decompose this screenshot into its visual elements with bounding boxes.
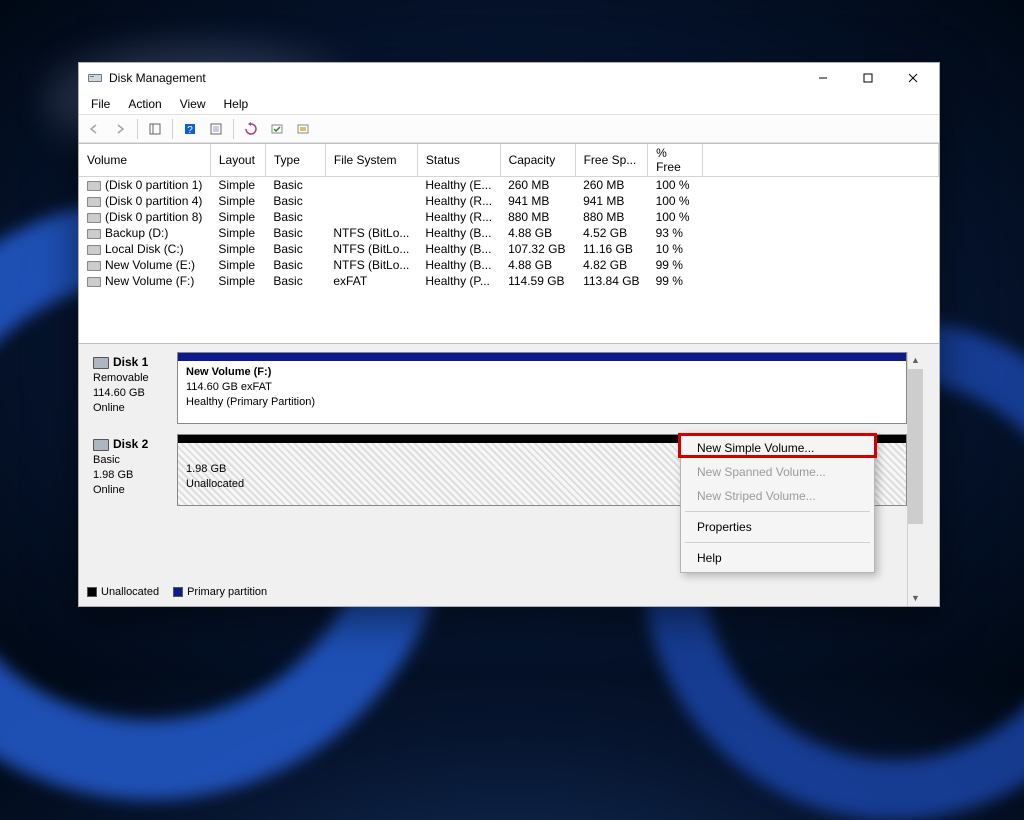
volume-icon [87,277,101,287]
volume-icon [87,229,101,239]
refresh-button[interactable] [240,118,262,140]
vertical-scrollbar[interactable]: ▲ ▼ [907,352,923,606]
volume-row[interactable]: (Disk 0 partition 8)SimpleBasicHealthy (… [79,209,939,225]
legend-label-unallocated: Unallocated [101,586,159,598]
col-type[interactable]: Type [265,144,325,177]
legend: Unallocated Primary partition [87,586,267,598]
col-freespace[interactable]: Free Sp... [575,144,647,177]
partition-header-primary [178,353,906,361]
volume-icon [87,245,101,255]
legend-swatch-primary [173,587,183,597]
disk2-title: Disk 2 [113,437,148,451]
disk-icon [93,439,109,451]
help-button[interactable]: ? [179,118,201,140]
titlebar[interactable]: Disk Management [79,63,939,93]
volume-row[interactable]: Backup (D:)SimpleBasicNTFS (BitLo...Heal… [79,225,939,241]
menu-new-striped-volume: New Striped Volume... [683,484,872,508]
col-capacity[interactable]: Capacity [500,144,575,177]
menubar: File Action View Help [79,93,939,115]
disk2-size: 1.98 GB [93,469,133,481]
disk1-title: Disk 1 [113,355,148,369]
menu-action[interactable]: Action [120,95,169,113]
menu-separator [685,542,870,543]
maximize-button[interactable] [845,63,890,93]
disk1-info: Disk 1 Removable 114.60 GB Online [87,352,177,424]
disk2-state: Online [93,484,125,496]
disk-icon [93,357,109,369]
toolbar: ? [79,115,939,143]
window-title: Disk Management [109,71,800,85]
action-list-button[interactable] [266,118,288,140]
scroll-thumb[interactable] [908,369,923,524]
back-button[interactable] [83,118,105,140]
volume-icon [87,213,101,223]
disk2-kind: Basic [93,454,120,466]
volume-row[interactable]: (Disk 0 partition 4)SimpleBasicHealthy (… [79,193,939,209]
col-layout[interactable]: Layout [210,144,265,177]
disk2-part-status: Unallocated [186,478,244,490]
col-filesystem[interactable]: File System [325,144,417,177]
scroll-up-icon[interactable]: ▲ [908,352,923,368]
disk1-part-sub: 114.60 GB exFAT [186,381,272,393]
disk2-info: Disk 2 Basic 1.98 GB Online [87,434,177,506]
volume-row[interactable]: New Volume (F:)SimpleBasicexFATHealthy (… [79,273,939,289]
volume-row[interactable]: Local Disk (C:)SimpleBasicNTFS (BitLo...… [79,241,939,257]
col-status[interactable]: Status [417,144,500,177]
disk1-part-status: Healthy (Primary Partition) [186,396,315,408]
minimize-button[interactable] [800,63,845,93]
disk1-partition[interactable]: New Volume (F:) 114.60 GB exFAT Healthy … [177,352,907,424]
disk1-part-title: New Volume (F:) [186,366,271,378]
context-menu: New Simple Volume... New Spanned Volume.… [680,433,875,573]
volume-row[interactable]: (Disk 0 partition 1)SimpleBasicHealthy (… [79,177,939,194]
disk1-kind: Removable [93,372,149,384]
volume-list[interactable]: Volume Layout Type File System Status Ca… [79,144,939,344]
scroll-down-icon[interactable]: ▼ [908,590,923,606]
disk1-size: 114.60 GB [93,387,145,399]
volume-icon [87,181,101,191]
legend-swatch-unallocated [87,587,97,597]
volume-icon [87,197,101,207]
menu-new-simple-volume[interactable]: New Simple Volume... [683,436,872,460]
settings-button[interactable] [205,118,227,140]
menu-help[interactable]: Help [216,95,257,113]
menu-file[interactable]: File [83,95,118,113]
disk2-part-sub: 1.98 GB [186,463,226,475]
disk-row-1[interactable]: Disk 1 Removable 114.60 GB Online New Vo… [87,352,907,424]
more-actions-button[interactable] [292,118,314,140]
col-volume[interactable]: Volume [79,144,210,177]
volume-icon [87,261,101,271]
menu-view[interactable]: View [172,95,214,113]
col-pctfree[interactable]: % Free [648,144,703,177]
menu-help[interactable]: Help [683,546,872,570]
svg-text:?: ? [187,125,193,136]
show-hide-console-tree-button[interactable] [144,118,166,140]
app-icon [87,70,103,86]
disk1-state: Online [93,402,125,414]
column-headers[interactable]: Volume Layout Type File System Status Ca… [79,144,939,177]
close-button[interactable] [890,63,935,93]
menu-new-spanned-volume: New Spanned Volume... [683,460,872,484]
legend-label-primary: Primary partition [187,586,267,598]
forward-button[interactable] [109,118,131,140]
menu-separator [685,511,870,512]
volume-row[interactable]: New Volume (E:)SimpleBasicNTFS (BitLo...… [79,257,939,273]
menu-properties[interactable]: Properties [683,515,872,539]
